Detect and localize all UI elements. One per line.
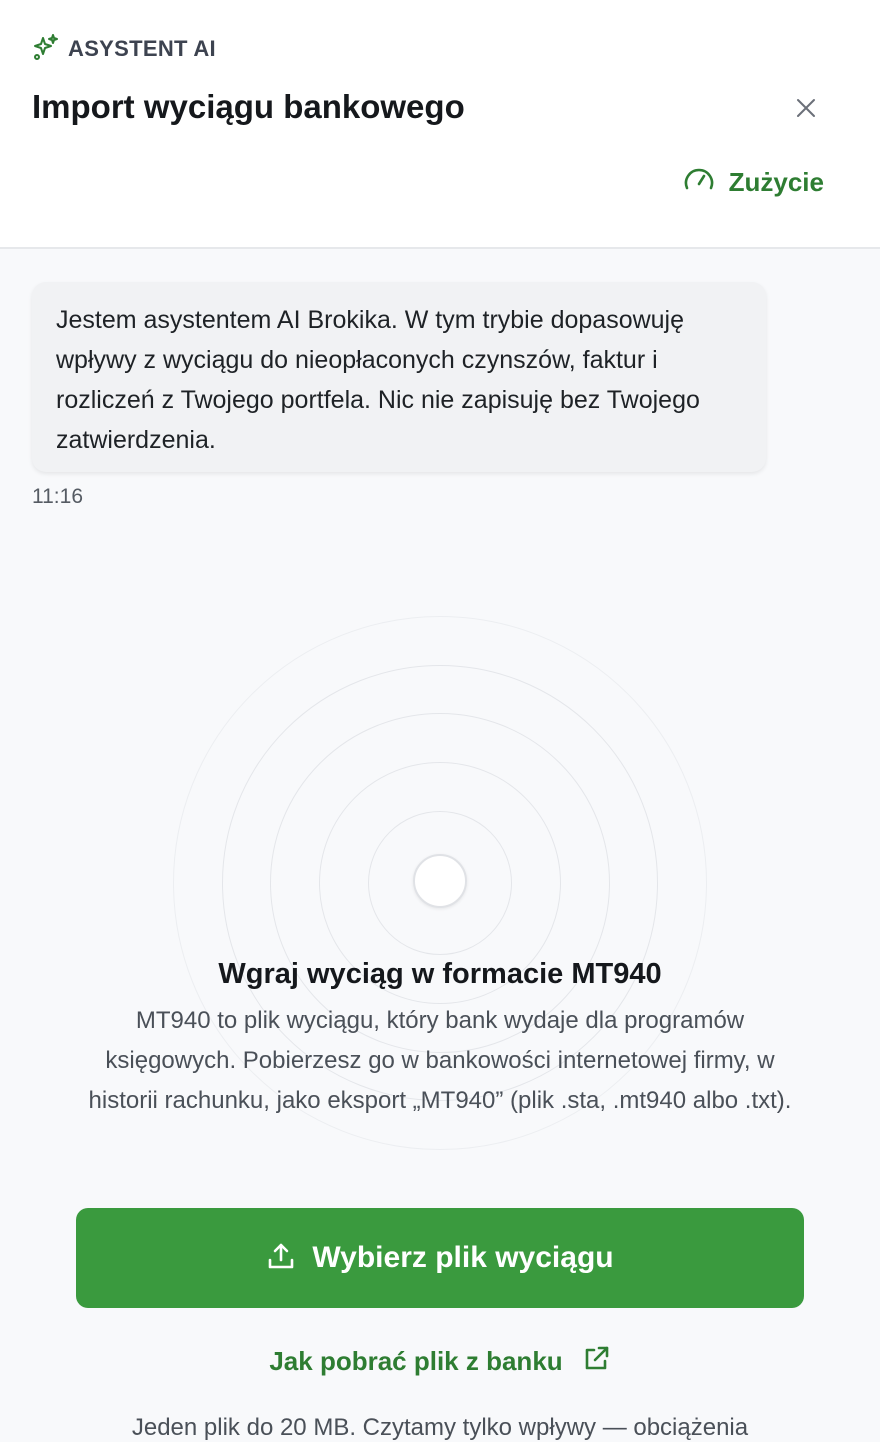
upload-icon [266,1241,296,1276]
gauge-icon [683,164,715,201]
chat-area: Jestem asystentem AI Brokika. W tym tryb… [0,249,880,1441]
choose-file-button[interactable]: Wybierz plik wyciągu [76,1208,804,1308]
assistant-message-text: Jestem asystentem AI Brokika. W tym tryb… [56,306,700,454]
external-link-icon [581,1344,611,1379]
upload-title: Wgraj wyciąg w formacie MT940 [218,958,662,990]
dialog-title: Import wyciągu bankowego [32,88,465,125]
choose-file-label: Wybierz plik wyciągu [312,1241,614,1274]
close-button[interactable] [786,90,826,130]
usage-button[interactable]: Zużycie [683,162,824,202]
message-timestamp: 11:16 [32,485,83,508]
brand-label: ASYSTENT AI [68,36,216,61]
sparkle-icon [32,33,60,66]
assistant-message: Jestem asystentem AI Brokika. W tym tryb… [32,282,766,472]
brand: ASYSTENT AI [32,33,216,66]
close-icon [795,97,817,124]
usage-label: Zużycie [728,166,824,197]
upload-description: MT940 to plik wyciągu, który bank wydaje… [88,1007,792,1114]
ripple-center [413,854,467,908]
dialog-header: ASYSTENT AI Import wyciągu bankowego Zuż… [0,0,880,249]
upload-footnote: Jeden plik do 20 MB. Czytamy tylko wpływ… [131,1414,749,1441]
help-link-label: Jak pobrać plik z banku [269,1345,563,1376]
bank-download-help-link[interactable]: Jak pobrać plik z banku [0,1339,880,1383]
